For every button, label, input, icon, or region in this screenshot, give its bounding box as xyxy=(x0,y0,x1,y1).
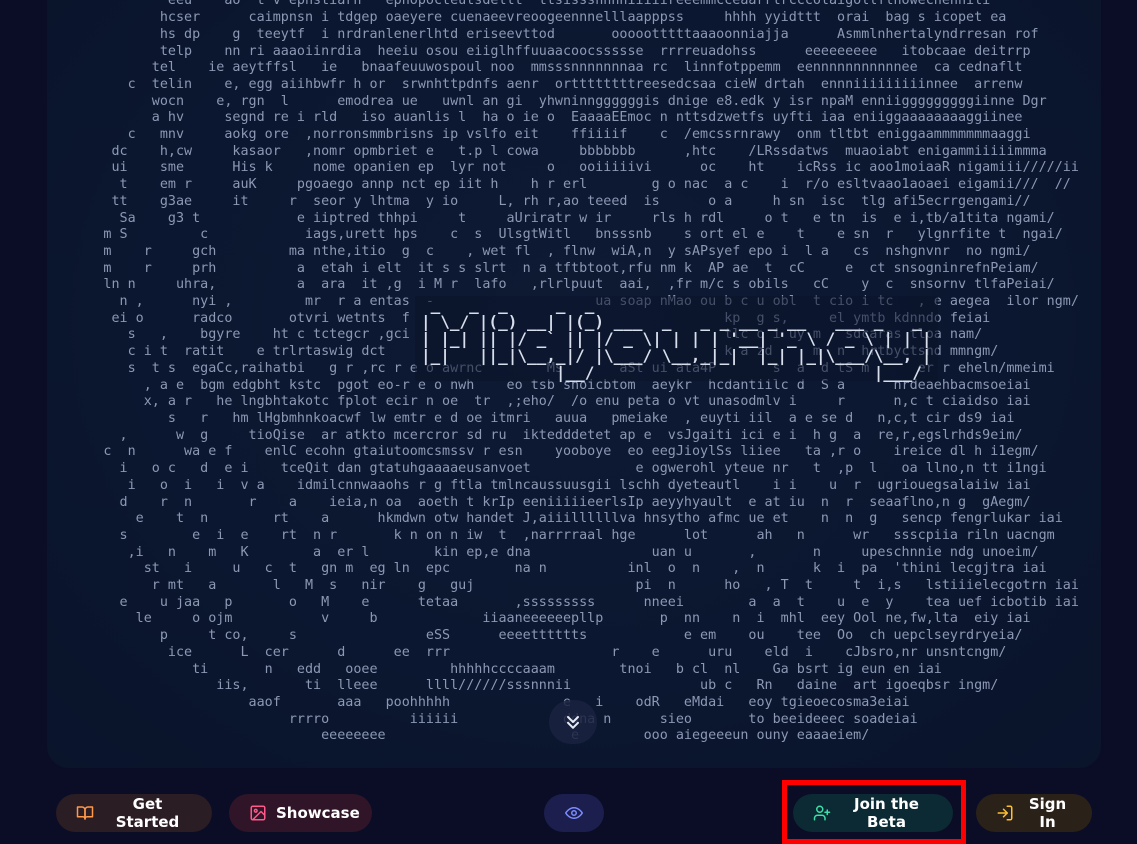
sign-in-label: Sign In xyxy=(1028,795,1067,831)
book-open-icon xyxy=(76,806,94,820)
ascii-art-canvas: desl sr i daeobo eaa omlyra o d oih a o … xyxy=(47,0,1101,768)
scroll-down-button[interactable] xyxy=(549,700,597,744)
get-started-label: Get Started xyxy=(115,795,180,831)
image-icon xyxy=(250,805,266,821)
view-toggle-button[interactable] xyxy=(544,794,604,832)
eye-icon xyxy=(565,807,583,819)
join-the-beta-label: Join the Beta xyxy=(854,795,919,831)
midjourney-logo-ascii: _ _ _ _ _ | \_/ |(_) __| |(_) ___ _ _ _ … xyxy=(415,296,938,381)
sign-in-button[interactable]: Sign In xyxy=(976,794,1092,832)
showcase-button[interactable]: Showcase xyxy=(229,794,372,832)
showcase-label: Showcase xyxy=(276,804,360,822)
get-started-button[interactable]: Get Started xyxy=(56,794,212,832)
user-plus-icon xyxy=(813,805,831,821)
chevrons-down-icon xyxy=(567,716,579,729)
join-the-beta-button[interactable]: Join the Beta xyxy=(793,794,953,832)
sign-in-icon xyxy=(997,805,1013,821)
